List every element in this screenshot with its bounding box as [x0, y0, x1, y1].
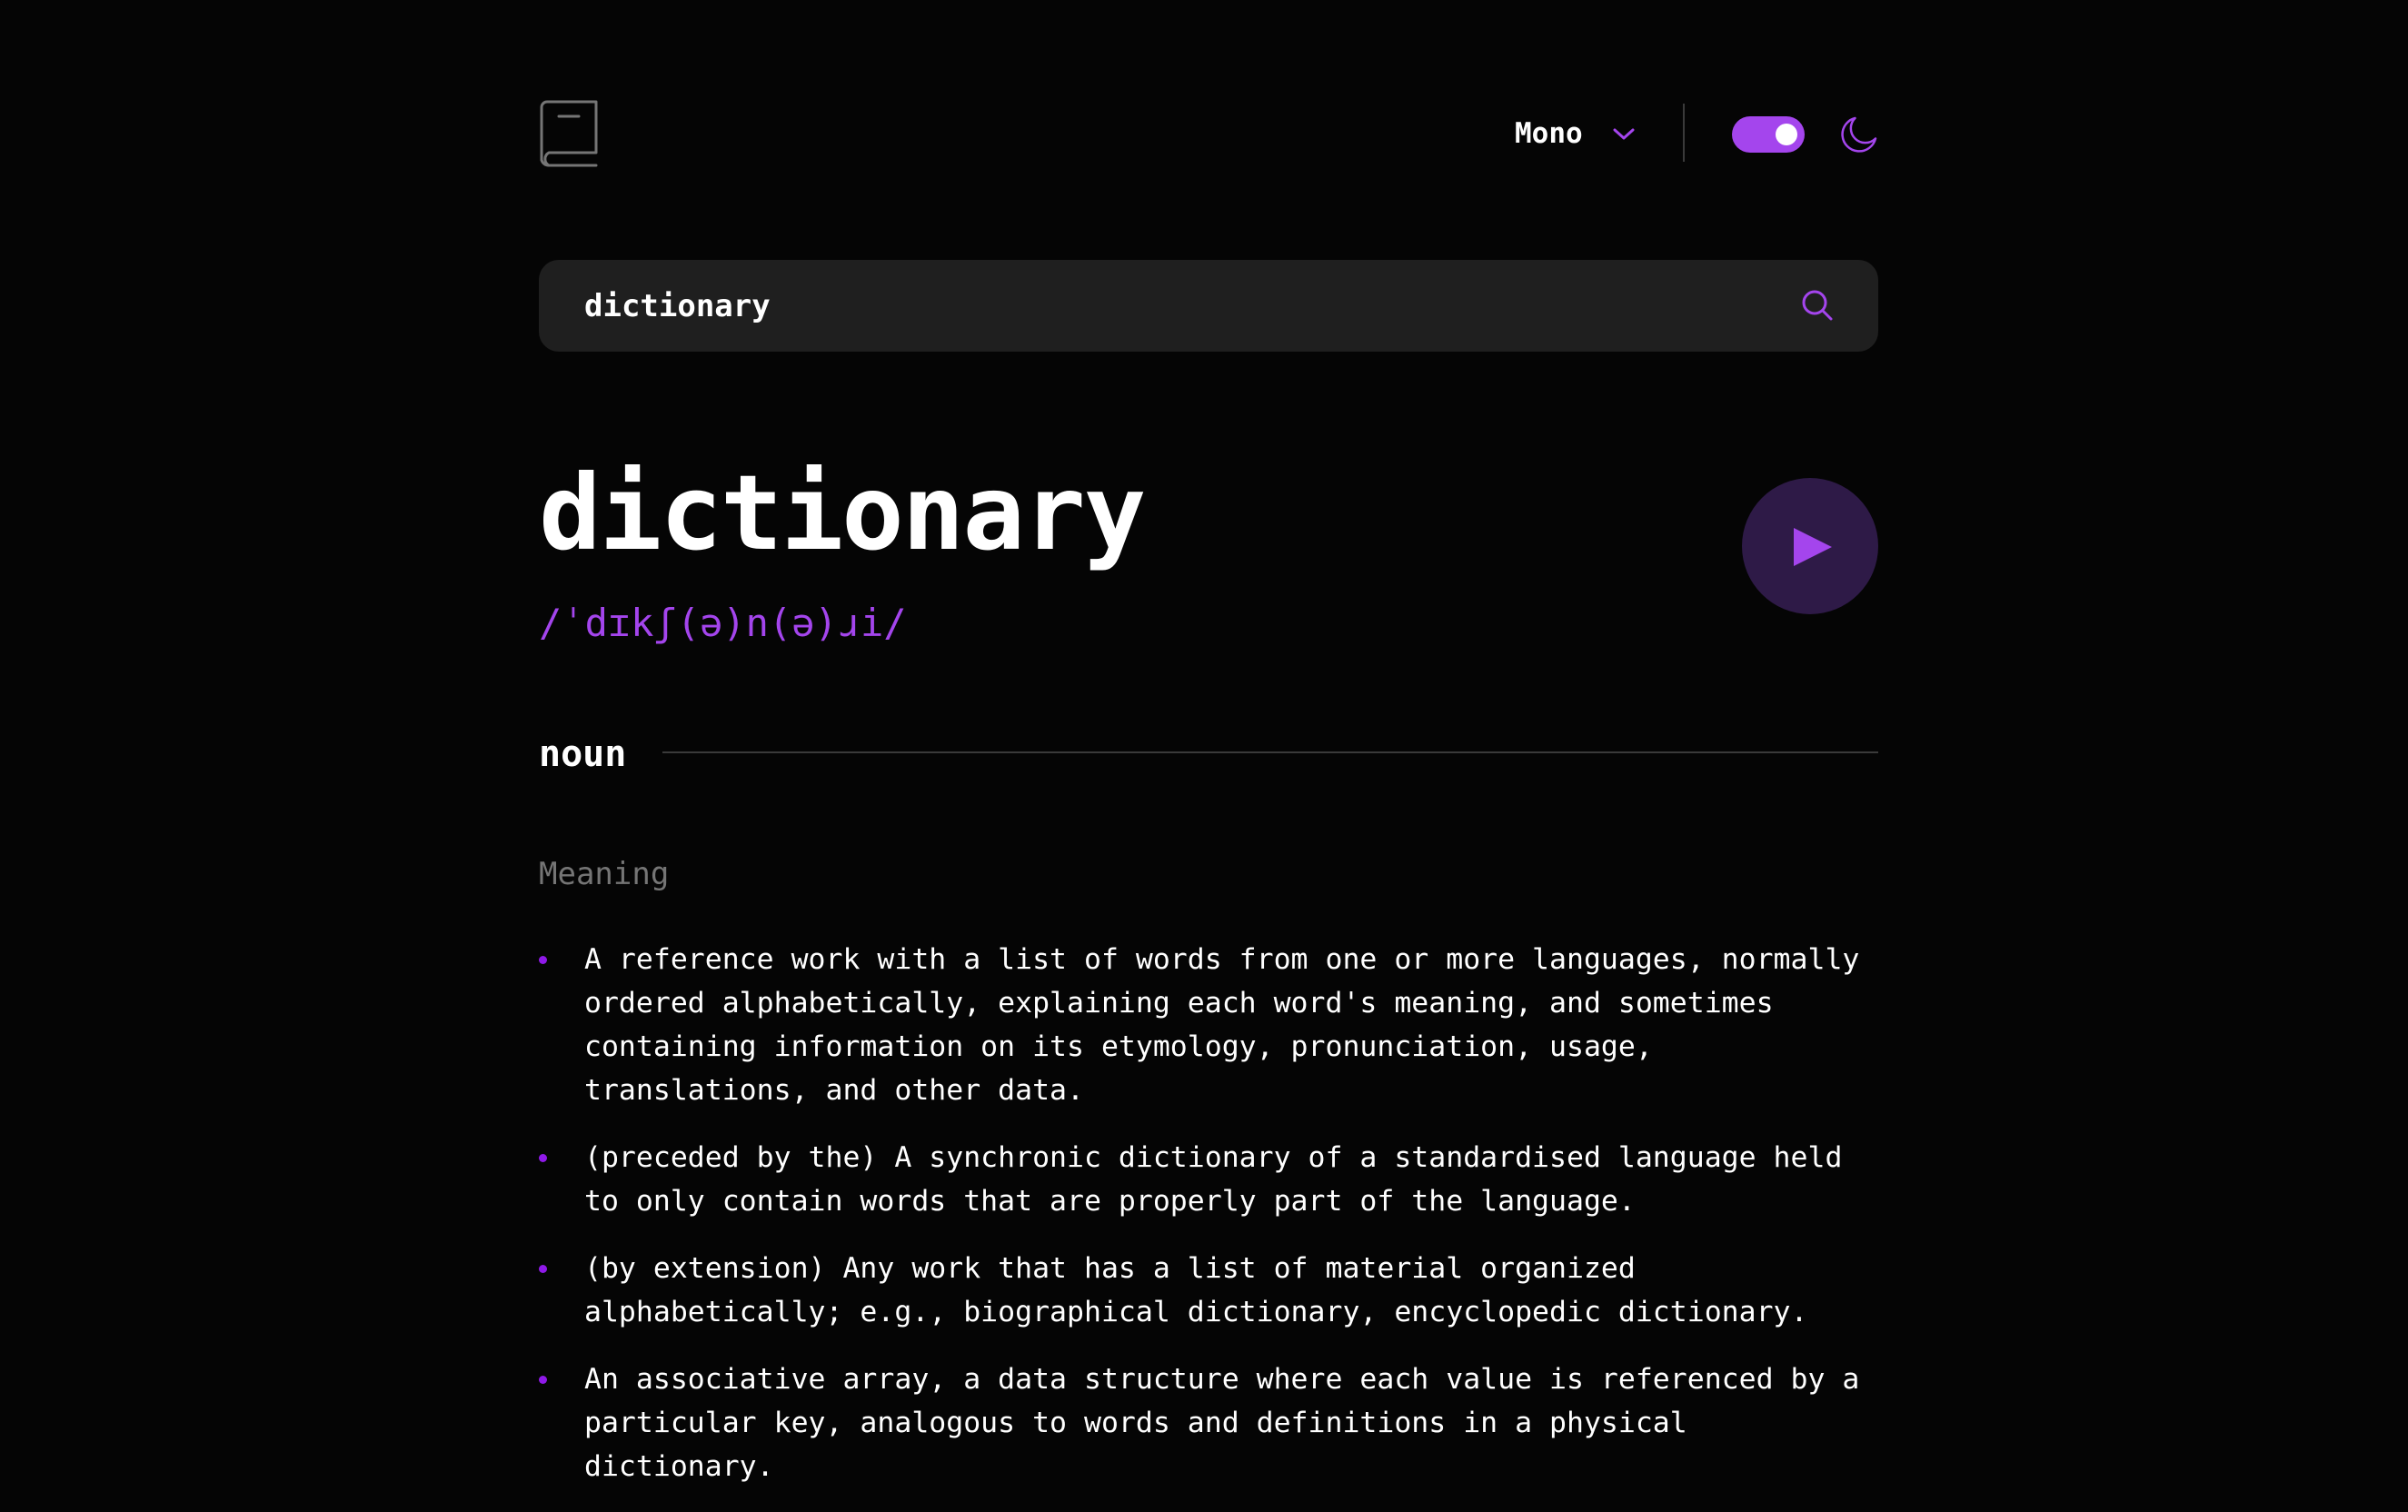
search-icon[interactable] [1800, 288, 1835, 323]
chevron-down-icon [1613, 128, 1635, 140]
definition-item: (preceded by the) A synchronic dictionar… [539, 1136, 1878, 1223]
search-bar [539, 260, 1878, 352]
search-input[interactable] [584, 260, 1766, 352]
definition-list: A reference work with a list of words fr… [539, 938, 1878, 1512]
definition-item: An associative array, a data structure w… [539, 1358, 1878, 1488]
play-icon [1794, 528, 1832, 566]
definition-item: A reference work with a list of words fr… [539, 938, 1878, 1112]
part-of-speech-divider [662, 751, 1878, 753]
definition-item: (by extension) Any work that has a list … [539, 1247, 1878, 1334]
meaning-label: Meaning [539, 856, 670, 892]
header-divider [1683, 104, 1685, 162]
phonetic: /ˈdɪkʃ(ə)n(ə)ɹi/ [539, 601, 907, 645]
theme-toggle-knob [1776, 124, 1797, 145]
font-selector[interactable]: Mono [1515, 111, 1637, 156]
theme-toggle[interactable] [1732, 116, 1805, 153]
header: Mono [539, 98, 1878, 171]
font-selector-label: Mono [1515, 117, 1583, 150]
word-title: dictionary [539, 453, 1146, 573]
dictionary-app: Mono dictionary /ˈdɪkʃ(ə)n(ə)ɹi/ [0, 0, 2408, 1483]
moon-icon[interactable] [1839, 114, 1879, 154]
play-audio-button[interactable] [1742, 478, 1878, 614]
part-of-speech: noun [539, 733, 627, 775]
book-icon[interactable] [539, 100, 599, 167]
